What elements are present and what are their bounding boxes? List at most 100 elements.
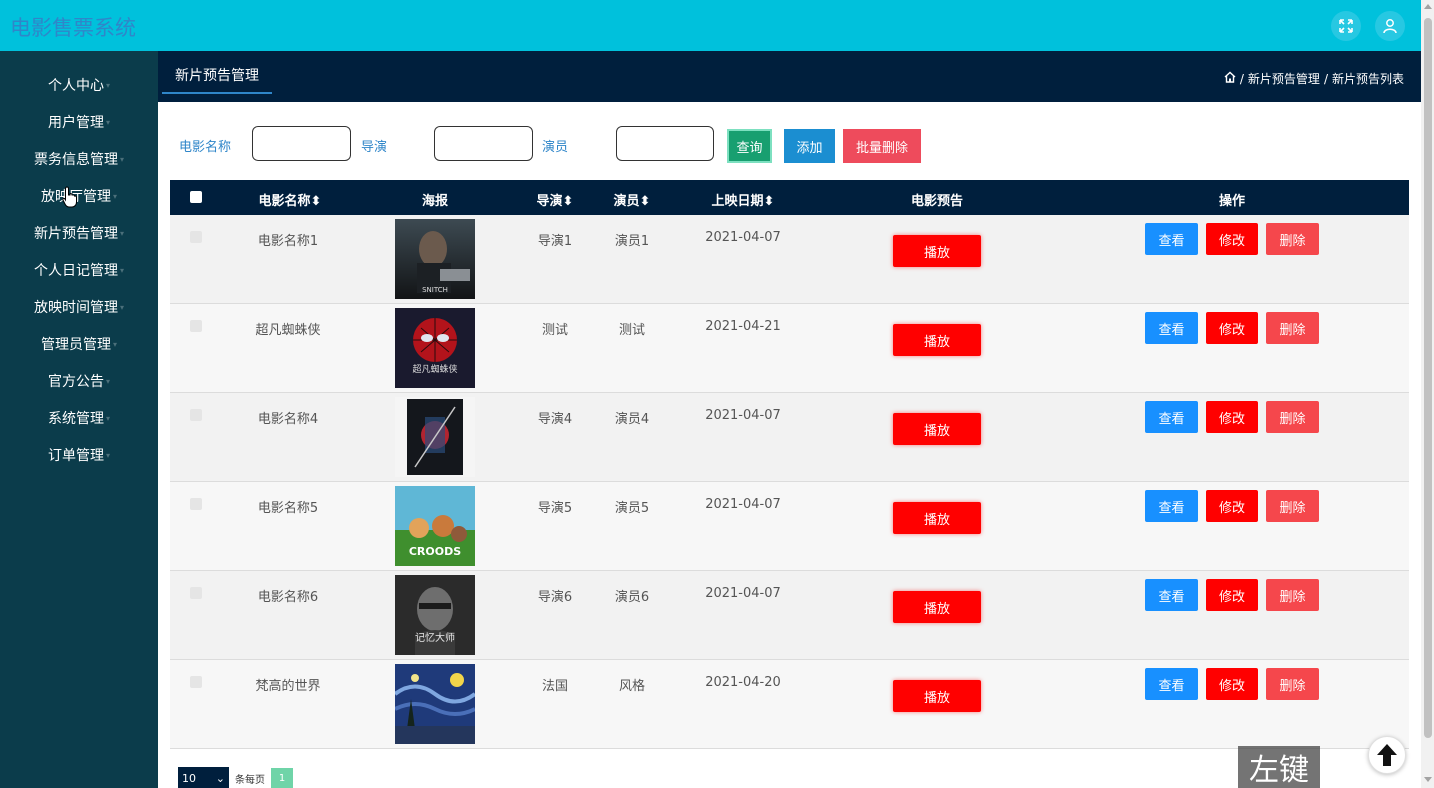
- actor-cell: 风格: [618, 679, 645, 694]
- movie-name-cell: 电影名称4: [257, 412, 319, 427]
- tab-trailer-management[interactable]: 新片预告管理: [162, 62, 272, 94]
- svg-text:CROODS: CROODS: [409, 545, 461, 558]
- view-button[interactable]: 查看: [1145, 490, 1198, 522]
- delete-button[interactable]: 删除: [1266, 312, 1319, 344]
- release-date-cell: 2021-04-07: [705, 408, 781, 423]
- movie-name-input[interactable]: [252, 126, 351, 161]
- row-checkbox[interactable]: [190, 320, 202, 332]
- sidebar-item-trailers[interactable]: 新片预告管理 ▾: [0, 214, 158, 251]
- director-cell: 法国: [541, 679, 568, 694]
- edit-button[interactable]: 修改: [1206, 579, 1258, 611]
- movie-name-label: 电影名称: [179, 140, 232, 155]
- column-header-trailer: 电影预告: [910, 194, 963, 209]
- select-all-checkbox[interactable]: [190, 191, 202, 203]
- table-row: 电影名称4 导演4 演员4 2021-04-07 播放 查看 修改 删除: [170, 393, 1409, 482]
- row-checkbox[interactable]: [190, 231, 202, 243]
- query-button[interactable]: 查询: [727, 129, 772, 163]
- sidebar-item-diary[interactable]: 个人日记管理 ▾: [0, 251, 158, 288]
- scrollbar-thumb[interactable]: [1424, 18, 1432, 738]
- content-header: 新片预告管理 / 新片预告管理 / 新片预告列表: [158, 51, 1421, 102]
- actor-input[interactable]: [616, 126, 714, 161]
- poster-image: SNITCH: [395, 219, 475, 299]
- view-button[interactable]: 查看: [1145, 401, 1198, 433]
- edit-button[interactable]: 修改: [1206, 401, 1258, 433]
- add-button[interactable]: 添加: [784, 129, 835, 163]
- play-trailer-button[interactable]: 播放: [893, 502, 981, 534]
- sidebar-item-system[interactable]: 系统管理 ▾: [0, 399, 158, 436]
- play-trailer-button[interactable]: 播放: [893, 324, 981, 356]
- sidebar-item-label: 新片预告管理: [33, 225, 118, 242]
- svg-text:记忆大师: 记忆大师: [415, 631, 455, 644]
- sidebar: 个人中心▾ 用户管理▾ 票务信息管理▾ 放映厅管理▾ 新片预告管理▾ 个人日记管…: [0, 51, 158, 788]
- column-header-name[interactable]: 电影名称⬍: [240, 190, 340, 209]
- row-checkbox[interactable]: [190, 409, 202, 421]
- page-scrollbar[interactable]: [1421, 0, 1434, 788]
- delete-button[interactable]: 删除: [1266, 223, 1319, 255]
- column-header-director[interactable]: 导演⬍: [525, 190, 585, 209]
- sidebar-item-notices[interactable]: 官方公告 ▾: [0, 362, 158, 399]
- column-header-actor[interactable]: 演员⬍: [602, 190, 662, 209]
- play-trailer-button[interactable]: 播放: [893, 235, 981, 267]
- table-row: 电影名称1 SNITCH 导演1 演员1 2021-04-07 播放 查看 修改…: [170, 215, 1409, 304]
- view-button[interactable]: 查看: [1145, 668, 1198, 700]
- table-header: 电影名称⬍ 海报 导演⬍ 演员⬍ 上映日期⬍ 电影预告 操作: [170, 180, 1409, 215]
- row-checkbox[interactable]: [190, 676, 202, 688]
- sidebar-item-personal-center[interactable]: 个人中心 ▾: [0, 66, 158, 103]
- scroll-up-icon[interactable]: [1424, 4, 1432, 9]
- svg-text:SNITCH: SNITCH: [422, 286, 448, 294]
- view-button[interactable]: 查看: [1145, 223, 1198, 255]
- sidebar-item-admins[interactable]: 管理员管理 ▾: [0, 325, 158, 362]
- table-row: 超凡蜘蛛侠 超凡蜘蛛侠 测试 测试 2021-04-21 播放 查看 修改 删除: [170, 304, 1409, 393]
- play-trailer-button[interactable]: 播放: [893, 413, 981, 445]
- delete-button[interactable]: 删除: [1266, 490, 1319, 522]
- edit-button[interactable]: 修改: [1206, 490, 1258, 522]
- chevron-down-icon: ▾: [105, 118, 110, 127]
- breadcrumb-item-trailer-management[interactable]: 新片预告管理: [1248, 70, 1320, 87]
- table-row: 电影名称6 记忆大师 导演6 演员6 2021-04-07 播放 查看 修改 删…: [170, 571, 1409, 660]
- chevron-down-icon: ▾: [105, 81, 110, 90]
- sidebar-item-orders[interactable]: 订单管理 ▾: [0, 436, 158, 473]
- movie-name-cell: 电影名称1: [257, 234, 319, 249]
- release-date-cell: 2021-04-07: [705, 230, 781, 245]
- sidebar-item-users[interactable]: 用户管理 ▾: [0, 103, 158, 140]
- director-input[interactable]: [434, 126, 533, 161]
- row-checkbox[interactable]: [190, 587, 202, 599]
- home-icon[interactable]: [1224, 71, 1236, 86]
- back-to-top-button[interactable]: [1368, 736, 1406, 774]
- sidebar-item-showtimes[interactable]: 放映时间管理 ▾: [0, 288, 158, 325]
- scroll-down-icon[interactable]: [1424, 777, 1432, 782]
- page-number-button[interactable]: 1: [271, 768, 293, 788]
- column-header-date[interactable]: 上映日期⬍: [698, 190, 788, 209]
- actor-cell: 演员6: [614, 590, 650, 605]
- batch-delete-button[interactable]: 批量删除: [843, 129, 921, 163]
- delete-button[interactable]: 删除: [1266, 668, 1319, 700]
- director-cell: 导演1: [537, 234, 573, 249]
- row-checkbox[interactable]: [190, 498, 202, 510]
- poster-image: [395, 397, 475, 477]
- page-size-select[interactable]: 10 ⌄: [178, 767, 229, 788]
- user-icon[interactable]: [1375, 11, 1405, 41]
- director-label: 导演: [361, 140, 388, 155]
- sidebar-item-tickets[interactable]: 票务信息管理 ▾: [0, 140, 158, 177]
- view-button[interactable]: 查看: [1145, 579, 1198, 611]
- top-bar: 电影售票系统: [0, 0, 1421, 51]
- delete-button[interactable]: 删除: [1266, 401, 1319, 433]
- play-trailer-button[interactable]: 播放: [893, 680, 981, 712]
- edit-button[interactable]: 修改: [1206, 312, 1258, 344]
- edit-button[interactable]: 修改: [1206, 668, 1258, 700]
- sort-icon: ⬍: [639, 194, 651, 209]
- chevron-down-icon: ▾: [119, 155, 124, 164]
- movie-name-cell: 电影名称5: [257, 501, 319, 516]
- sidebar-item-halls[interactable]: 放映厅管理▾: [0, 177, 158, 214]
- movie-name-cell: 电影名称6: [257, 590, 319, 605]
- play-trailer-button[interactable]: 播放: [893, 591, 981, 623]
- edit-button[interactable]: 修改: [1206, 223, 1258, 255]
- poster-image: 记忆大师: [395, 575, 475, 655]
- fullscreen-icon[interactable]: [1331, 11, 1361, 41]
- chevron-down-icon: ▾: [105, 414, 110, 423]
- table-row: 电影名称5 CROODS 导演5 演员5 2021-04-07 播放 查看 修改…: [170, 482, 1409, 571]
- view-button[interactable]: 查看: [1145, 312, 1198, 344]
- chevron-down-icon: ▾: [112, 192, 117, 201]
- release-date-cell: 2021-04-07: [705, 586, 781, 601]
- delete-button[interactable]: 删除: [1266, 579, 1319, 611]
